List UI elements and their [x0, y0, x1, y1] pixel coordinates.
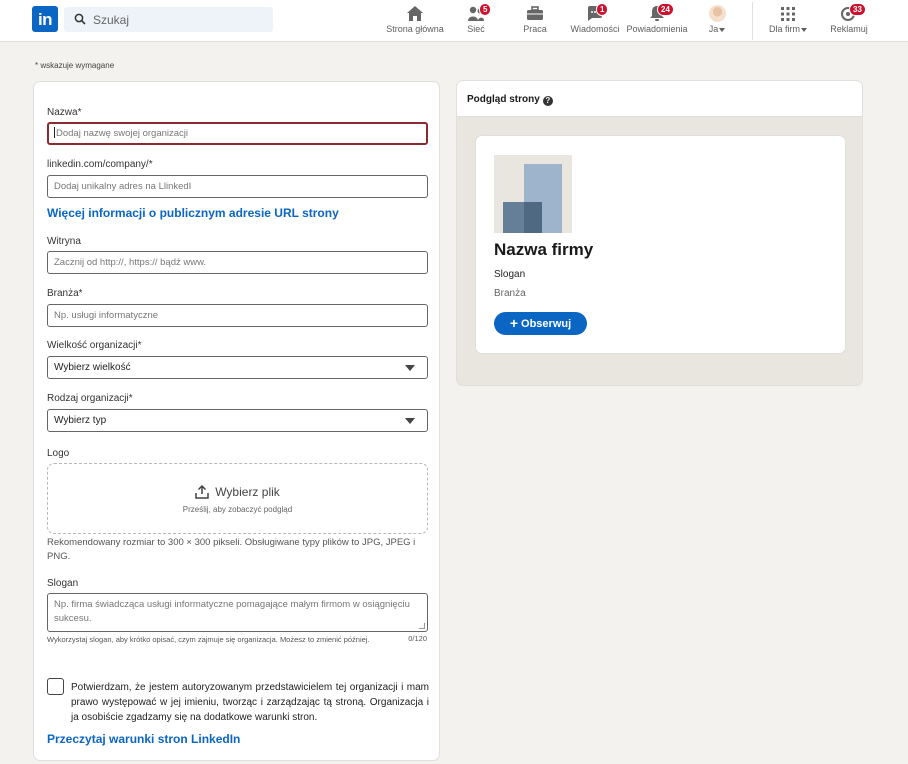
- placeholder-logo-icon: [494, 155, 572, 233]
- grid-apps-icon: [781, 7, 795, 21]
- logo-label: Logo: [47, 448, 70, 459]
- resize-handle-icon[interactable]: [419, 623, 425, 629]
- nav-jobs[interactable]: Praca: [520, 5, 550, 37]
- text-cursor: [54, 127, 55, 138]
- nav-messaging[interactable]: 1 Wiadomości: [569, 3, 621, 37]
- nav-for-business[interactable]: Dla firm: [764, 5, 812, 37]
- upload-subtext: Prześlij, aby zobaczyć podgląd: [182, 505, 293, 514]
- nav-me[interactable]: Ja: [704, 5, 730, 37]
- nav-advertise-label: Reklamuj: [830, 24, 868, 34]
- nav-jobs-label: Praca: [523, 24, 547, 34]
- follow-button[interactable]: + Obserwuj: [494, 312, 587, 335]
- nav-messaging-label: Wiadomości: [570, 24, 620, 34]
- dropdown-arrow-icon: [405, 365, 415, 371]
- url-input[interactable]: Dodaj unikalny adres na LlinkedI: [47, 175, 428, 198]
- organization-type-label: Rodzaj organizacji*: [47, 393, 133, 404]
- preview-title: Podgląd strony: [467, 94, 540, 105]
- notifications-badge: 24: [657, 3, 674, 16]
- website-label: Witryna: [47, 236, 81, 247]
- top-navigation-bar: in Szukaj Strona główna 5 Sieć Praca 1 W…: [0, 0, 908, 42]
- search-placeholder: Szukaj: [93, 13, 130, 27]
- logo-help-text: Rekomendowany rozmiar to 300 × 300 pikse…: [47, 537, 416, 562]
- nav-for-business-label: Dla firm: [769, 24, 800, 34]
- plus-icon: +: [509, 315, 519, 331]
- briefcase-icon: [527, 6, 543, 20]
- tagline-char-counter: 0/120: [408, 634, 427, 643]
- nav-network[interactable]: 5 Sieć: [462, 3, 492, 37]
- required-fields-note: * wskazuje wymagane: [35, 61, 115, 70]
- nav-me-label: Ja: [708, 24, 719, 34]
- organization-type-select[interactable]: Wybierz typ: [47, 409, 428, 432]
- nav-notifications-label: Powiadomienia: [626, 24, 688, 34]
- website-placeholder: Zacznij od http://, https:// bądź www.: [54, 257, 207, 268]
- preview-company-card: Nazwa firmy Slogan Branża + Obserwuj: [475, 135, 846, 354]
- website-input[interactable]: Zacznij od http://, https:// bądź www.: [47, 251, 428, 274]
- logo-upload-dropzone[interactable]: Wybierz plik Prześlij, aby zobaczyć podg…: [47, 463, 428, 534]
- chevron-down-icon: [801, 27, 807, 32]
- url-placeholder: Dodaj unikalny adres na LlinkedI: [54, 181, 192, 192]
- tagline-placeholder: Np. firma świadcząca usługi informatyczn…: [54, 599, 410, 624]
- linkedin-logo[interactable]: in: [32, 6, 58, 32]
- nav-divider: [752, 2, 753, 40]
- messaging-badge: 1: [596, 3, 609, 16]
- search-input[interactable]: Szukaj: [64, 7, 273, 32]
- tagline-help-text: Wykorzystaj slogan, aby krótko opisać, c…: [47, 635, 370, 644]
- nav-notifications[interactable]: 24 Powiadomienia: [625, 3, 689, 37]
- nav-network-label: Sieć: [467, 24, 485, 34]
- url-label: linkedin.com/company/*: [47, 159, 153, 170]
- avatar: [708, 5, 726, 22]
- help-icon[interactable]: ?: [542, 96, 553, 106]
- organization-size-select[interactable]: Wybierz wielkość: [47, 356, 428, 379]
- tagline-label: Slogan: [47, 578, 79, 589]
- organization-size-label: Wielkość organizacji*: [47, 340, 142, 351]
- name-placeholder: Dodaj nazwę swojej organizacji: [56, 128, 189, 139]
- chevron-down-icon: [719, 27, 726, 32]
- page-preview-panel: Podgląd strony? Nazwa firmy Slogan Branż…: [456, 80, 863, 386]
- name-input[interactable]: Dodaj nazwę swojej organizacji: [47, 122, 428, 145]
- public-url-info-link[interactable]: Więcej informacji o publicznym adresie U…: [47, 206, 339, 220]
- nav-home-label: Strona główna: [386, 24, 444, 34]
- organization-size-value: Wybierz wielkość: [54, 362, 131, 373]
- create-page-form: Nazwa* Dodaj nazwę swojej organizacji li…: [33, 81, 440, 761]
- industry-placeholder: Np. usługi informatyczne: [54, 310, 159, 321]
- nav-home[interactable]: Strona główna: [384, 5, 446, 37]
- search-icon: [74, 13, 86, 25]
- upload-icon: [195, 484, 209, 499]
- authorization-text: Potwierdzam, że jestem autoryzowanym prz…: [71, 682, 429, 723]
- preview-company-name: Nazwa firmy: [494, 240, 594, 259]
- industry-input[interactable]: Np. usługi informatyczne: [47, 304, 428, 327]
- industry-label: Branża*: [47, 288, 83, 299]
- nav-advertise[interactable]: 33 Reklamuj: [829, 3, 869, 37]
- upload-button-label[interactable]: Wybierz plik: [215, 485, 280, 499]
- advertise-badge: 33: [849, 3, 866, 16]
- organization-type-value: Wybierz typ: [54, 415, 107, 426]
- preview-header: Podgląd strony?: [457, 81, 862, 117]
- dropdown-arrow-icon: [405, 418, 415, 424]
- preview-tagline: Slogan: [494, 269, 526, 280]
- authorization-checkbox[interactable]: [47, 678, 64, 695]
- name-label: Nazwa*: [47, 107, 82, 118]
- preview-industry: Branża: [494, 288, 526, 299]
- follow-button-label: Obserwuj: [521, 318, 572, 330]
- terms-link[interactable]: Przeczytaj warunki stron LinkedIn: [47, 732, 240, 746]
- home-icon: [407, 6, 423, 21]
- tagline-textarea[interactable]: Np. firma świadcząca usługi informatyczn…: [47, 593, 428, 632]
- network-badge: 5: [479, 3, 492, 16]
